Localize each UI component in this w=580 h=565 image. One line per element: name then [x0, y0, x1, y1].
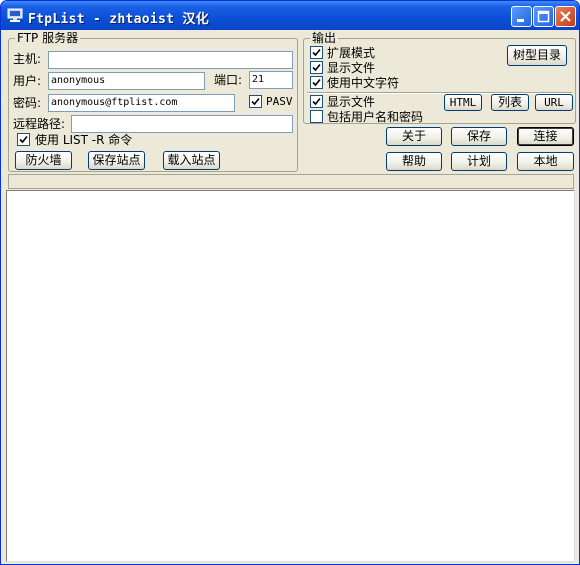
port-label: 端口: [214, 73, 243, 87]
checkmark-icon [19, 135, 28, 144]
app-icon [7, 8, 23, 22]
show-files2-checkbox[interactable] [310, 95, 323, 108]
checkmark-icon [251, 97, 260, 106]
tree-dir-button[interactable]: 树型目录 [507, 45, 567, 66]
password-label: 密码: [13, 96, 42, 110]
user-label: 用户: [13, 74, 42, 88]
schedule-button[interactable]: 计划 [451, 152, 507, 171]
show-files-label: 显示文件 [327, 61, 376, 75]
output-text-area[interactable] [6, 190, 575, 562]
show-files2-label: 显示文件 [327, 95, 376, 109]
status-bar [8, 174, 574, 189]
host-input[interactable] [48, 51, 293, 69]
minimize-button[interactable] [511, 6, 532, 27]
list-r-label: 使用 LIST -R 命令 [35, 133, 133, 147]
window-title: FtpList - zhtaoist 汉化 [28, 12, 210, 27]
show-files-checkbox[interactable] [310, 61, 323, 74]
output-group: 输出 扩展模式 显示文件 使用中文字符 树型目录 显示文件 包括用户名和密码 H… [303, 31, 576, 124]
remote-path-input[interactable] [71, 115, 293, 133]
maximize-button[interactable] [533, 6, 554, 27]
user-input[interactable]: anonymous [48, 72, 205, 90]
app-window: FtpList - zhtaoist 汉化 FTP 服务器 主机: 用户: an… [0, 0, 580, 565]
firewall-button[interactable]: 防火墙 [15, 151, 72, 170]
help-button[interactable]: 帮助 [386, 152, 442, 171]
chinese-chars-checkbox[interactable] [310, 76, 323, 89]
checkmark-icon [312, 78, 321, 87]
checkmark-icon [312, 63, 321, 72]
list-button[interactable]: 列表 [491, 94, 529, 111]
password-input[interactable]: anonymous@ftplist.com [48, 94, 235, 112]
local-button[interactable]: 本地 [517, 152, 574, 171]
pasv-checkbox[interactable] [249, 95, 262, 108]
url-button[interactable]: URL [535, 94, 573, 111]
list-r-checkbox[interactable] [17, 133, 30, 146]
output-legend: 输出 [310, 31, 339, 45]
connect-button[interactable]: 连接 [517, 127, 574, 146]
include-credentials-label: 包括用户名和密码 [327, 110, 424, 124]
save-button[interactable]: 保存 [451, 127, 507, 146]
title-bar[interactable]: FtpList - zhtaoist 汉化 [1, 1, 579, 30]
host-label: 主机: [13, 52, 42, 66]
minimize-icon [517, 19, 524, 22]
remote-path-label: 远程路径: [13, 117, 66, 131]
include-credentials-checkbox[interactable] [310, 110, 323, 123]
close-icon [560, 11, 571, 22]
load-site-button[interactable]: 载入站点 [163, 151, 220, 170]
ftp-server-group: FTP 服务器 主机: 用户: anonymous 端口: 21 密码: ano… [8, 31, 298, 172]
html-button[interactable]: HTML [444, 94, 482, 111]
chinese-chars-label: 使用中文字符 [327, 76, 400, 90]
ftp-server-legend: FTP 服务器 [15, 31, 81, 45]
maximize-icon [537, 10, 550, 23]
pasv-label: PASV [266, 95, 293, 108]
about-button[interactable]: 关于 [386, 127, 442, 146]
close-button[interactable] [555, 6, 576, 27]
port-input[interactable]: 21 [249, 71, 293, 89]
extended-mode-checkbox[interactable] [310, 46, 323, 59]
checkmark-icon [312, 48, 321, 57]
checkmark-icon [312, 97, 321, 106]
output-divider [307, 92, 572, 94]
extended-mode-label: 扩展模式 [327, 46, 376, 60]
save-site-button[interactable]: 保存站点 [88, 151, 145, 170]
